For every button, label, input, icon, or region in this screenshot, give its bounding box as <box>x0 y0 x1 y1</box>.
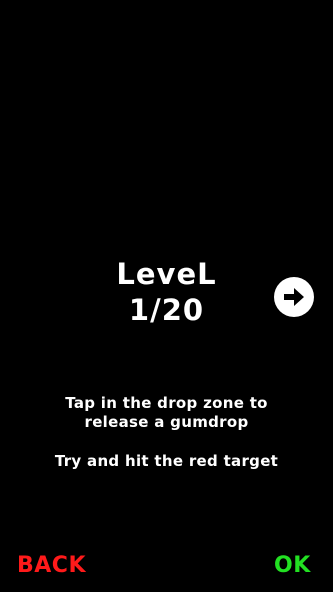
instructions: Tap in the drop zone to release a gumdro… <box>0 394 333 471</box>
ok-button[interactable]: OK <box>274 553 311 579</box>
back-button[interactable]: BACK <box>17 553 86 579</box>
instruction-target: Try and hit the red target <box>54 452 279 470</box>
next-level-button[interactable] <box>274 277 314 317</box>
arrow-right-icon <box>284 288 304 306</box>
instruction-drop-zone: Tap in the drop zone to release a gumdro… <box>65 394 268 431</box>
